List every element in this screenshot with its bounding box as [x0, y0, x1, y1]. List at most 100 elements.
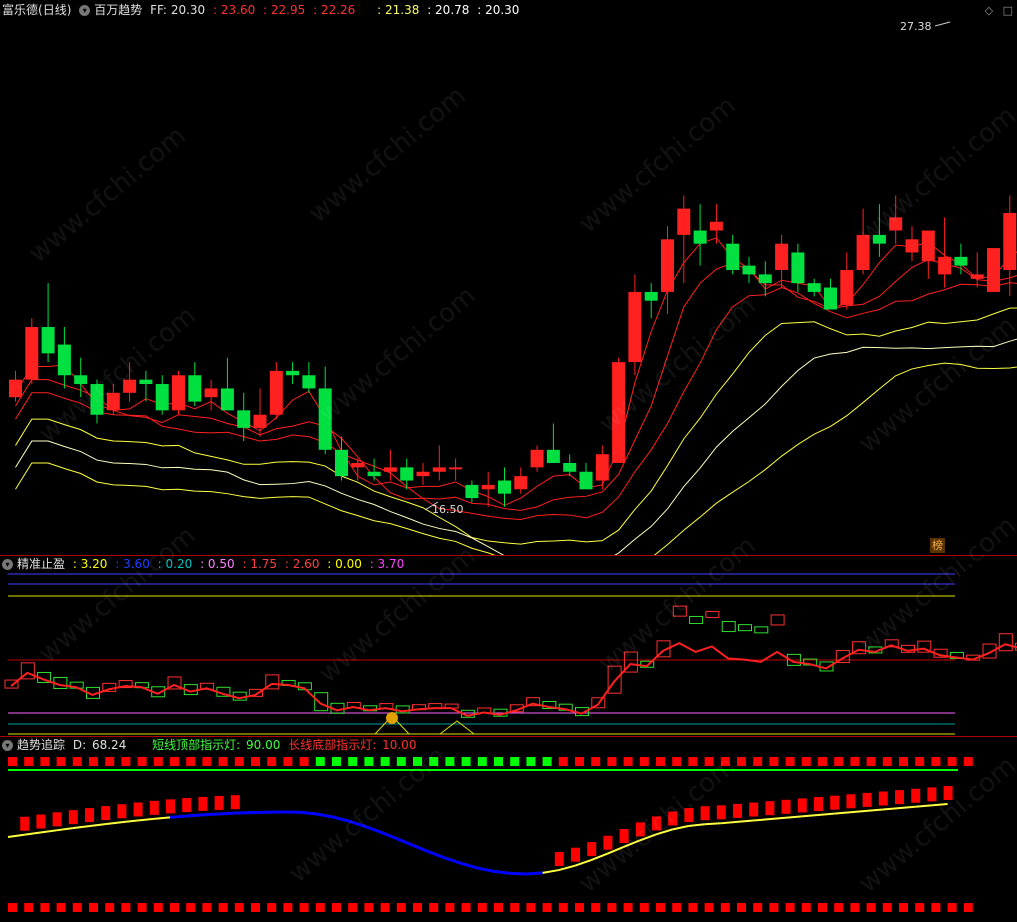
- top-indicator-light: [121, 757, 131, 766]
- bottom-indicator-light: [332, 903, 341, 912]
- candle-body: [693, 230, 707, 244]
- top-indicator-light: [882, 757, 892, 766]
- top-indicator-light: [575, 757, 584, 766]
- trend-bar: [587, 842, 597, 857]
- bottom-indicator-light: [963, 903, 973, 912]
- trend-bar: [68, 810, 78, 825]
- candle-body: [286, 370, 300, 376]
- top-indicator-light: [591, 757, 601, 766]
- trend-line-seg: [882, 807, 900, 811]
- candle-body: [775, 243, 789, 270]
- trend-line-seg: [105, 821, 122, 826]
- candle-body: [742, 265, 756, 275]
- bottom-indicator-light: [818, 903, 827, 912]
- top-indicator-light: [105, 757, 115, 766]
- osc-box: [754, 626, 769, 634]
- osc-box: [770, 614, 785, 626]
- trend-line-seg: [234, 811, 252, 815]
- candle-body: [579, 471, 593, 490]
- bottom-indicator-light: [510, 903, 520, 912]
- trend-bar: [781, 799, 791, 814]
- bottom-indicator-light: [623, 903, 633, 912]
- rank-badge[interactable]: 榜: [930, 538, 945, 553]
- trend-line-seg: [169, 814, 187, 819]
- candle-body: [546, 449, 560, 463]
- candle-body: [498, 480, 511, 494]
- bottom-indicator-light: [56, 903, 66, 912]
- signal-line: [10, 642, 1017, 717]
- trend-tracking-chart[interactable]: [0, 737, 1017, 922]
- candle-body: [856, 234, 870, 270]
- bottom-indicator-light: [753, 903, 763, 912]
- bottom-indicator-light: [575, 903, 584, 912]
- trend-line-seg: [753, 818, 770, 822]
- candle-body: [612, 362, 626, 463]
- trend-bar: [652, 816, 661, 831]
- top-indicator-light: [137, 757, 147, 766]
- top-indicator-light: [672, 757, 682, 766]
- top-indicator-light: [283, 757, 293, 766]
- candle-body: [172, 375, 185, 411]
- trend-bar: [765, 801, 775, 816]
- top-indicator-light: [267, 757, 277, 766]
- top-indicator-light: [396, 757, 406, 766]
- top-indicator-light: [186, 757, 196, 766]
- top-indicator-light: [445, 757, 455, 766]
- trend-bar: [36, 814, 46, 829]
- top-indicator-light: [963, 757, 973, 766]
- trend-bar: [733, 803, 742, 818]
- candle-body: [481, 484, 495, 490]
- bottom-indicator-light: [899, 903, 908, 912]
- top-indicator-light: [656, 757, 665, 766]
- trend-line-seg: [493, 869, 511, 875]
- trend-line-seg: [24, 831, 41, 836]
- trend-line-seg: [801, 814, 819, 818]
- candle-body: [563, 462, 577, 472]
- take-profit-panel[interactable]: ▾ 精准止盈 : 3.20 : 3.60 : 0.20 : 0.50 : 1.75…: [0, 556, 1017, 736]
- candle-body: [57, 344, 71, 376]
- osc-box: [314, 692, 329, 712]
- main-chart-panel[interactable]: 富乐德(日线) ▾ 百万趋势 FF: 20.30 : 23.60 : 22.95 …: [0, 0, 1017, 555]
- top-indicator-light: [299, 757, 309, 766]
- top-indicator-light: [153, 757, 163, 766]
- bottom-indicator-light: [380, 903, 390, 912]
- candle-body: [709, 221, 723, 231]
- bottom-indicator-light: [834, 903, 844, 912]
- top-indicator-light: [834, 757, 844, 766]
- bottom-indicator-light: [89, 903, 98, 912]
- top-indicator-light: [429, 757, 439, 766]
- top-indicator-light: [526, 757, 536, 766]
- top-indicator-light: [639, 757, 649, 766]
- trend-line-seg: [769, 816, 786, 821]
- candle-body: [220, 388, 234, 411]
- take-profit-chart[interactable]: [0, 556, 1017, 736]
- bottom-indicator-light: [801, 903, 811, 912]
- candle-body: [449, 467, 463, 470]
- trend-line-seg: [931, 803, 948, 807]
- trend-line-seg: [526, 871, 543, 876]
- trend-tracking-panel[interactable]: ▾ 趋势追踪 D: 68.24 短线顶部指示灯: 90.00 长线底部指示灯: 1…: [0, 737, 1017, 922]
- top-indicator-light: [720, 757, 730, 766]
- top-indicator-light: [251, 757, 260, 766]
- trend-bar: [133, 802, 143, 817]
- osc-box: [672, 605, 687, 617]
- trend-line-seg: [121, 819, 138, 824]
- trend-bar: [895, 790, 904, 805]
- candle-body: [938, 256, 952, 275]
- candle-body: [90, 384, 104, 415]
- trend-bar: [668, 811, 678, 826]
- bottom-indicator-light: [461, 903, 471, 912]
- high-marker-line: [934, 21, 951, 27]
- candle-body: [905, 239, 919, 253]
- trend-line-seg: [477, 866, 495, 873]
- candle-body: [954, 256, 968, 266]
- candle-body: [661, 239, 674, 292]
- price-chart[interactable]: [0, 0, 1017, 555]
- trend-bar: [52, 812, 62, 827]
- bottom-indicator-light: [186, 903, 196, 912]
- trend-line-seg: [88, 823, 106, 828]
- bottom-indicator-light: [267, 903, 277, 912]
- osc-box: [738, 624, 752, 632]
- trend-bar: [571, 847, 580, 862]
- osc-box: [721, 621, 736, 633]
